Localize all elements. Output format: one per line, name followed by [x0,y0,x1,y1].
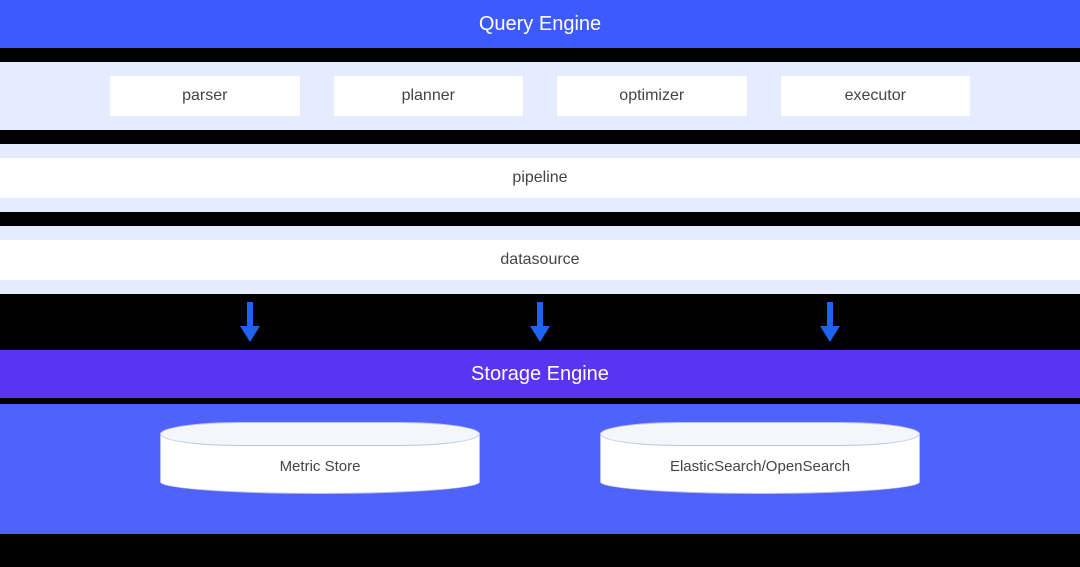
cylinder-top-icon [600,422,920,446]
components-band: parser planner optimizer executor [0,62,1080,130]
storage-engine-title: Storage Engine [471,363,609,386]
storage-body: Metric Store ElasticSearch/OpenSearch [0,404,1080,534]
component-executor: executor [781,76,971,116]
divider [0,130,1080,144]
query-engine-header: Query Engine [0,0,1080,48]
component-parser: parser [110,76,300,116]
datasource-band: datasource [0,226,1080,294]
pipeline-box: pipeline [0,158,1080,198]
arrow-down-icon [820,302,840,342]
divider [0,48,1080,62]
component-planner: planner [334,76,524,116]
store-metric: Metric Store [160,422,480,502]
datasource-box: datasource [0,240,1080,280]
query-engine-title: Query Engine [479,13,601,36]
component-optimizer: optimizer [557,76,747,116]
storage-engine-header: Storage Engine [0,350,1080,398]
arrow-down-icon [240,302,260,342]
arrows-row [0,294,1080,350]
arrow-down-icon [530,302,550,342]
store-search: ElasticSearch/OpenSearch [600,422,920,502]
architecture-diagram: Query Engine parser planner optimizer ex… [0,0,1080,567]
divider [0,212,1080,226]
cylinder-top-icon [160,422,480,446]
pipeline-band: pipeline [0,144,1080,212]
components-row: parser planner optimizer executor [110,76,970,116]
